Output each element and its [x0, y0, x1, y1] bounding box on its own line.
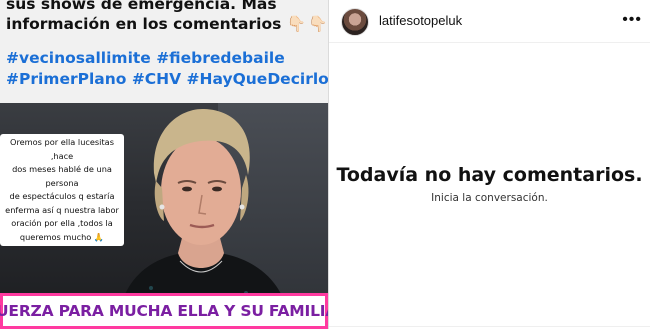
quote-banner: "FUERZA PARA MUCHA ELLA Y SU FAMILIA "	[0, 293, 328, 329]
more-options-icon[interactable]: •••	[622, 12, 642, 28]
comment-sticker: Oremos por ella lucesitas ,hace dos mese…	[0, 134, 124, 246]
empty-comments-state: Todavía no hay comentarios. Inicia la co…	[329, 164, 650, 204]
empty-comments-title: Todavía no hay comentarios.	[336, 164, 643, 186]
quote-banner-text: "FUERZA PARA MUCHA ELLA Y SU FAMILIA "	[0, 302, 328, 320]
post-header: latifesotopeluk •••	[329, 0, 650, 43]
caption-line: sus shows de emergencia. Más	[6, 0, 277, 13]
post-media: sus shows de emergencia. Más información…	[0, 0, 328, 329]
pointing-down-icon: 👇🏻👇🏻	[286, 15, 328, 33]
hashtag-line[interactable]: #PrimerPlano #CHV #HayQueDecirlo	[6, 69, 328, 90]
caption-line: información en los comentarios 👇🏻👇🏻	[6, 15, 328, 33]
username-link[interactable]: latifesotopeluk	[379, 13, 462, 28]
hashtag-line[interactable]: #vecinosallimite #fiebredebaile	[6, 48, 324, 69]
avatar[interactable]	[341, 8, 369, 36]
post-caption: sus shows de emergencia. Más información…	[6, 0, 328, 90]
empty-comments-subtitle: Inicia la conversación.	[431, 192, 548, 204]
comments-bottom-divider	[329, 326, 650, 327]
